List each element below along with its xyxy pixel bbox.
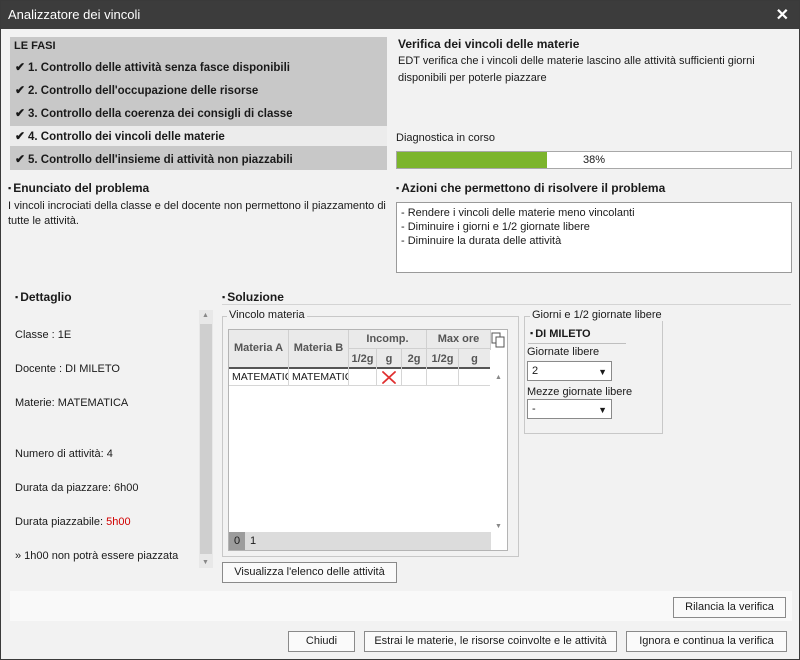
- phase-item-1: ✔ 1. Controllo delle attività senza fasce…: [10, 57, 387, 77]
- header-max-half-day[interactable]: 1/2g: [427, 349, 459, 369]
- detail-durata-piazzabile: Durata piazzabile: 5h00: [15, 516, 131, 528]
- header-incomp-2days[interactable]: 2g: [402, 349, 427, 369]
- action-item: - Rendere i vincoli delle materie meno v…: [401, 207, 635, 219]
- detail-panel: Classe : 1E Docente : DI MILETO Materie:…: [10, 310, 213, 568]
- close-icon[interactable]: ✕: [776, 5, 789, 25]
- detail-num-attivita: Numero di attività: 4: [15, 448, 113, 460]
- progress-bar: 38%: [396, 151, 792, 169]
- diagnostic-label: Diagnostica in corso: [396, 132, 496, 144]
- cell-max-day[interactable]: [459, 369, 491, 386]
- actions-title: Azioni che permettono di risolvere il pr…: [396, 181, 665, 195]
- actions-list: - Rendere i vincoli delle materie meno v…: [396, 202, 792, 273]
- phases-header: LE FASI: [14, 40, 56, 52]
- giornate-libere-label: Giornate libere: [527, 346, 600, 358]
- phases-panel: LE FASI ✔ 1. Controllo delle attività sen…: [10, 37, 387, 170]
- problem-title: Enunciato del problema: [8, 181, 149, 195]
- scroll-up-icon[interactable]: ▲: [495, 374, 502, 381]
- cell-incomp-2days[interactable]: [402, 369, 427, 386]
- verify-title: Verifica dei vincoli delle materie: [398, 37, 580, 51]
- detail-scrollbar[interactable]: ▲ ▼: [199, 310, 213, 568]
- solution-title: Soluzione: [222, 290, 284, 304]
- chevron-down-icon: ▼: [598, 367, 607, 377]
- detail-docente: Docente : DI MILETO: [15, 363, 120, 375]
- title-bar: Analizzatore dei vincoli ✕: [1, 1, 799, 29]
- problem-text: I vincoli incrociati della classe e del …: [8, 200, 386, 227]
- solution-divider: [222, 304, 791, 305]
- phase-item-2: ✔ 2. Controllo dell'occupazione delle ris…: [10, 80, 387, 100]
- show-activities-button[interactable]: Visualizza l'elenco delle attività: [222, 562, 397, 583]
- footer-page-1[interactable]: 1: [250, 532, 256, 550]
- window-title: Analizzatore dei vincoli: [8, 7, 141, 22]
- detail-durata-da-piazzare: Durata da piazzare: 6h00: [15, 482, 139, 494]
- header-materia-a[interactable]: Materia A: [229, 330, 289, 369]
- header-materia-b[interactable]: Materia B: [289, 330, 349, 369]
- cell-incomp-day[interactable]: [377, 369, 402, 386]
- check-icon: ✔: [15, 83, 26, 97]
- cell-materia-a[interactable]: MATEMATICA: [229, 369, 289, 386]
- vincolo-materia-label: Vincolo materia: [227, 309, 307, 321]
- red-cross-icon: [382, 371, 396, 384]
- action-item: - Diminuire i giorni e 1/2 giornate libe…: [401, 221, 590, 233]
- header-max-day[interactable]: g: [459, 349, 491, 369]
- cell-max-half-day[interactable]: [427, 369, 459, 386]
- giorni-divider: [528, 343, 626, 344]
- check-icon: ✔: [15, 152, 26, 166]
- grid-header: Materia A Materia B Incomp. Max ore 1/2g…: [229, 330, 491, 369]
- header-incomp-day[interactable]: g: [377, 349, 402, 369]
- verify-description: EDT verifica che i vincoli delle materie…: [398, 55, 755, 84]
- cell-incomp-half-day[interactable]: [349, 369, 377, 386]
- scroll-up-icon[interactable]: ▲: [202, 312, 209, 319]
- scroll-down-icon[interactable]: ▼: [202, 559, 209, 566]
- header-max-ore: Max ore: [427, 330, 491, 349]
- footer-page-0[interactable]: 0: [229, 532, 245, 550]
- action-item: - Diminuire la durata delle attività: [401, 235, 562, 247]
- header-incomp-half-day[interactable]: 1/2g: [349, 349, 377, 369]
- header-incomp: Incomp.: [349, 330, 427, 349]
- phase-item-5: ✔ 5. Controllo dell'insieme di attività n…: [10, 149, 387, 169]
- copy-icon[interactable]: [491, 332, 505, 348]
- constraint-analyzer-window: Analizzatore dei vincoli ✕ LE FASI ✔ 1. C…: [0, 0, 800, 660]
- giorni-teacher: DI MILETO: [530, 328, 590, 340]
- detail-title: Dettaglio: [15, 290, 71, 304]
- durata-piazzabile-value: 5h00: [106, 516, 131, 528]
- scroll-thumb[interactable]: [200, 324, 212, 554]
- phase-item-4: ✔ 4. Controllo dei vincoli delle materie: [10, 126, 387, 146]
- vincolo-grid: Materia A Materia B Incomp. Max ore 1/2g…: [228, 329, 508, 551]
- chiudi-button[interactable]: Chiudi: [288, 631, 355, 652]
- cell-materia-b[interactable]: MATEMATICA: [289, 369, 349, 386]
- giornate-libere-select[interactable]: 2 ▼: [527, 361, 612, 381]
- check-icon: ✔: [15, 60, 26, 74]
- grid-scrollbar[interactable]: ▲ ▼: [490, 350, 507, 532]
- detail-materie: Materie: MATEMATICA: [15, 397, 129, 409]
- check-icon: ✔: [15, 129, 26, 143]
- chevron-down-icon: ▼: [598, 405, 607, 415]
- detail-classe: Classe : 1E: [15, 329, 72, 341]
- check-icon: ✔: [15, 106, 26, 120]
- mezze-giornate-select[interactable]: - ▼: [527, 399, 612, 419]
- grid-footer: 0 1: [229, 532, 491, 550]
- detail-warning: » 1h00 non potrà essere piazzata: [15, 550, 179, 562]
- ignora-button[interactable]: Ignora e continua la verifica: [626, 631, 787, 652]
- scroll-down-icon[interactable]: ▼: [495, 523, 502, 530]
- progress-percent: 38%: [582, 154, 606, 166]
- rilancia-button[interactable]: Rilancia la verifica: [673, 597, 786, 618]
- phase-item-3: ✔ 3. Controllo della coerenza dei consigl…: [10, 103, 387, 123]
- giorni-group-label: Giorni e 1/2 giornate libere: [530, 309, 664, 321]
- mezze-giornate-label: Mezze giornate libere: [527, 386, 633, 398]
- estrai-button[interactable]: Estrai le materie, le risorse coinvolte …: [364, 631, 617, 652]
